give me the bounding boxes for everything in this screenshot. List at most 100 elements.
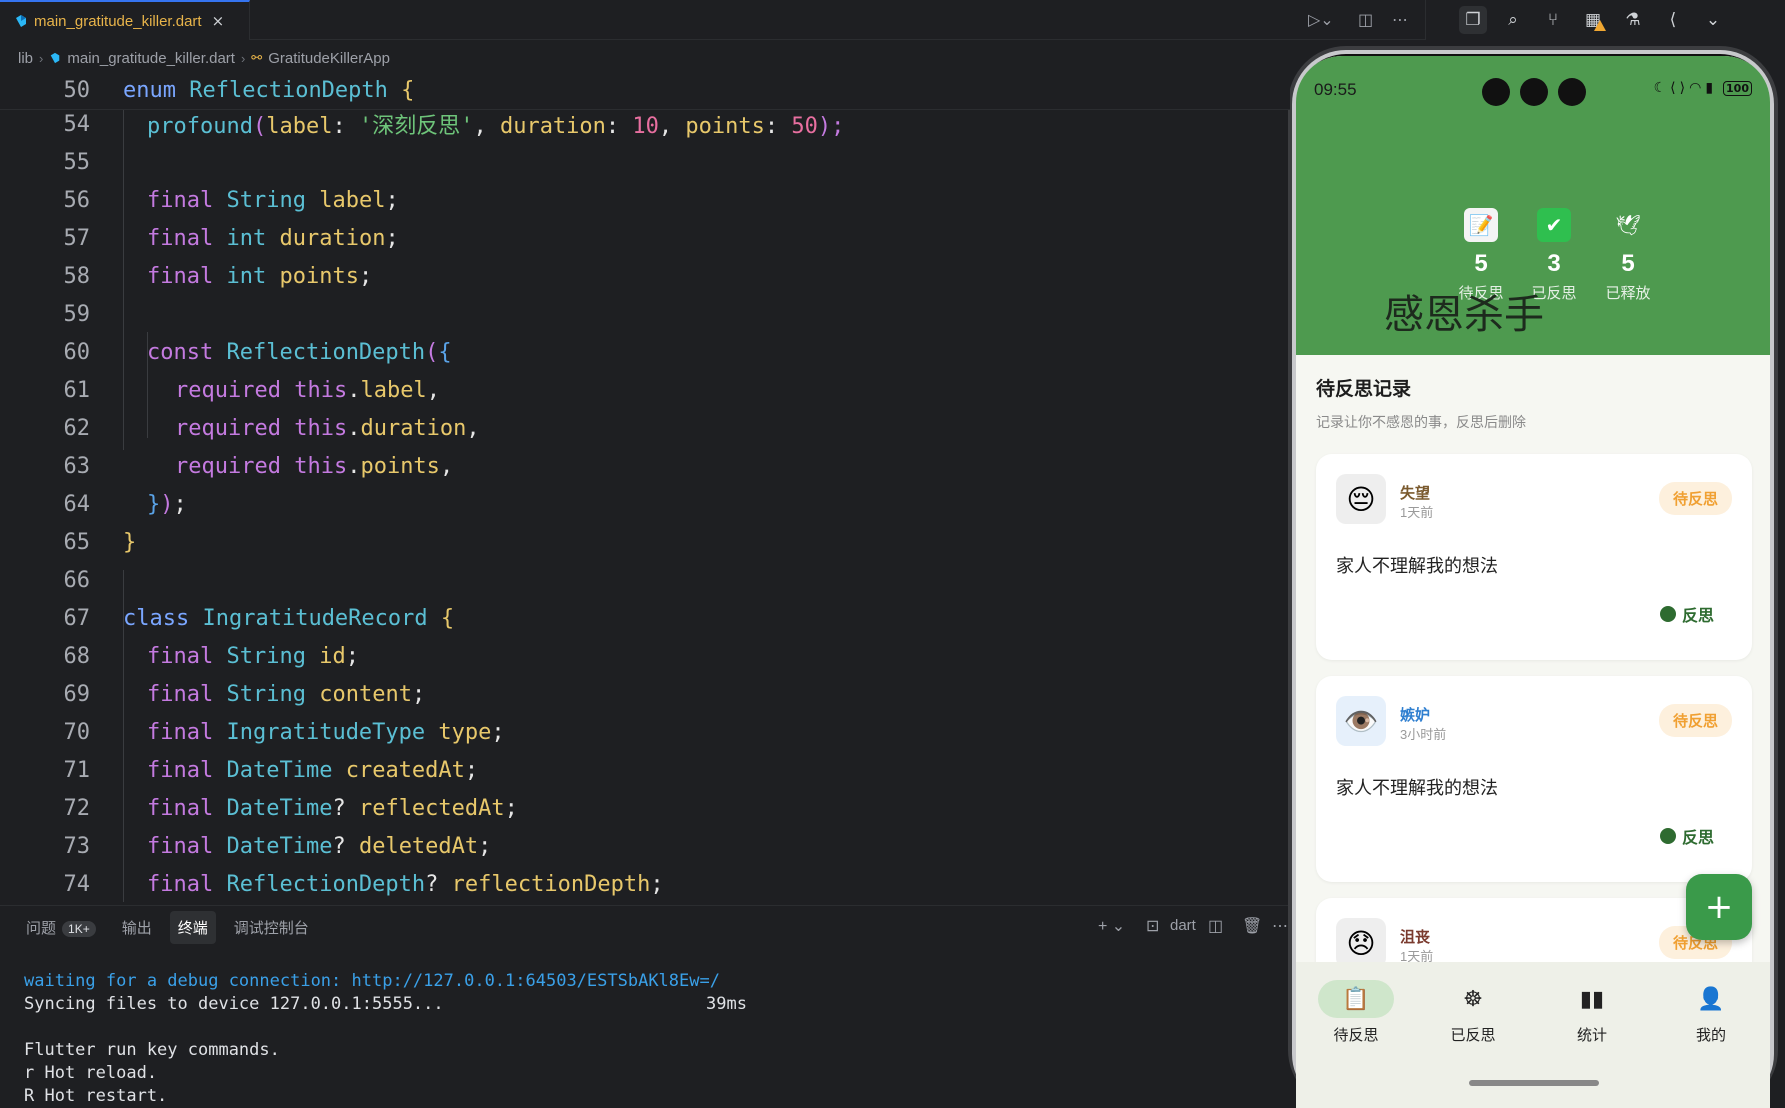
disappointed-face-icon: 😞 (1336, 918, 1386, 968)
tab-terminal[interactable]: 终端 (169, 910, 216, 944)
terminal-shell-icon: ⊡ (1146, 918, 1160, 935)
ide-window: main_gratitude_killer.dart × ▷⌄ ◫ ⋯ ❐ ⌕ … (0, 0, 1785, 1108)
new-terminal-icon[interactable]: + ⌄ (1098, 916, 1125, 936)
problems-count-badge: 1K+ (62, 920, 96, 937)
line-number: 57 (63, 225, 91, 251)
code-text: final DateTime? reflectedAt; (147, 795, 518, 821)
nav-label: 统计 (1576, 1027, 1607, 1044)
line-number: 56 (63, 187, 91, 213)
line-number: 50 (63, 78, 91, 103)
line-number: 61 (63, 377, 91, 403)
memo-icon: 📝 (1464, 208, 1498, 242)
run-debug-icon[interactable]: ▷⌄ (1308, 10, 1334, 29)
tab-debug-console[interactable]: 调试控制台 (226, 911, 317, 944)
line-number: 72 (63, 795, 91, 821)
code-line: 68 final String id; (0, 637, 1290, 675)
code-line: 59 (0, 295, 1290, 333)
trash-icon[interactable]: 🗑 (1242, 916, 1262, 936)
line-number: 69 (63, 681, 91, 707)
split-terminal-icon[interactable]: ◫ (1208, 916, 1223, 936)
camera-icon (1482, 78, 1510, 106)
dart-file-icon (51, 52, 60, 64)
nav-stats[interactable]: ▮▮ 统计 (1552, 980, 1632, 1045)
source-control-icon[interactable]: ⑂ (1539, 6, 1567, 34)
terminal-line-debug: waiting for a debug connection: http://1… (24, 971, 720, 991)
code-text: required this.label, (175, 377, 440, 403)
tab-problems[interactable]: 问题 1K+ (18, 911, 104, 944)
code-line: 55 (0, 143, 1290, 181)
line-number: 59 (63, 301, 91, 327)
record-time: 1天前 (1400, 505, 1434, 520)
code-line: 61 required this.label, (0, 371, 1290, 409)
nav-profile[interactable]: 👤 我的 (1671, 980, 1751, 1045)
nav-pending[interactable]: 📋 待反思 (1316, 980, 1396, 1045)
code-editor[interactable]: 50 enum ReflectionDepth { 54 profound(la… (0, 72, 1290, 902)
code-line: 73 final DateTime? deletedAt; (0, 827, 1290, 865)
line-number: 62 (63, 415, 91, 441)
record-card[interactable]: 😔 失望 1天前 待反思 家人不理解我的想法 反思 (1316, 454, 1752, 660)
code-text: profound(label: '深刻反思', duration: 10, po… (147, 114, 845, 139)
warning-badge-icon (1594, 20, 1606, 31)
record-content: 家人不理解我的想法 (1336, 556, 1498, 576)
record-card[interactable]: 👁️ 嫉妒 3小时前 待反思 家人不理解我的想法 反思 (1316, 676, 1752, 882)
status-badge: 待反思 (1658, 482, 1732, 515)
psychology-icon (1659, 606, 1676, 622)
code-line: 62 required this.duration, (0, 409, 1290, 447)
code-line: 57 final int duration; (0, 219, 1290, 257)
flutter-icon[interactable]: ⟨ (1659, 6, 1687, 34)
signal-icon: ▮ (1705, 80, 1718, 96)
breadcrumb-item-file[interactable]: main_gratitude_killer.dart (67, 50, 235, 67)
code-text: final int duration; (147, 225, 399, 251)
close-icon[interactable]: × (212, 12, 225, 30)
panel-tabs: 问题 1K+ 输出 终端 调试控制台 (0, 906, 1290, 948)
stat-released-label: 已释放 (1605, 285, 1651, 302)
add-record-button[interactable]: + (1686, 874, 1752, 940)
code-text: const ReflectionDepth({ (147, 339, 452, 365)
terminal-line-restart: R Hot restart. (24, 1086, 168, 1106)
extensions-icon[interactable]: ▦ (1579, 6, 1607, 34)
explorer-icon[interactable]: ❐ (1459, 6, 1487, 34)
code-icon: ⟨⟩ (1670, 80, 1690, 96)
line-number: 70 (63, 719, 91, 745)
chevron-down-icon[interactable]: ⌄ (1699, 6, 1727, 34)
code-line: 74 final ReflectionDepth? reflectionDept… (0, 865, 1290, 902)
more-actions-icon[interactable]: ⋯ (1392, 10, 1408, 29)
code-text: final int points; (147, 263, 373, 289)
editor-tab-bar: main_gratitude_killer.dart × ▷⌄ ◫ ⋯ (0, 0, 1425, 40)
code-line: 56 final String label; (0, 181, 1290, 219)
code-line: 67 class IngratitudeRecord { (0, 599, 1290, 637)
chevron-right-icon: › (240, 50, 246, 66)
moon-icon: ☾ (1653, 80, 1671, 96)
home-indicator[interactable] (1469, 1080, 1599, 1086)
terminal-line-reload: r Hot reload. (24, 1063, 158, 1083)
breadcrumb-item-class[interactable]: GratitudeKillerApp (268, 50, 390, 67)
reflect-button[interactable]: 反思 (1659, 824, 1714, 848)
code-text: final String label; (147, 187, 399, 213)
nav-reflected[interactable]: ☸ 已反思 (1433, 980, 1513, 1045)
tab-output[interactable]: 输出 (114, 911, 160, 944)
nav-label: 已反思 (1450, 1027, 1496, 1044)
line-number: 55 (63, 149, 91, 175)
line-number: 63 (63, 453, 91, 479)
code-line: 71 final DateTime createdAt; (0, 751, 1290, 789)
phone-screen: 09:55 ☾⟨⟩◠▮ 100 📝 5 待反思 ✔ 3 已反思 🕊 5 已释放 感… (1296, 56, 1770, 1108)
split-editor-icon[interactable]: ◫ (1358, 10, 1373, 29)
terminal-shell-label[interactable]: dart (1170, 917, 1196, 934)
terminal-line-sync: Syncing files to device 127.0.0.1:5555..… (24, 994, 444, 1014)
reflect-button[interactable]: 反思 (1659, 602, 1714, 626)
line-number: 74 (63, 871, 91, 897)
code-line-50-sticky: 50 enum ReflectionDepth { (0, 72, 1290, 110)
code-line: 58 final int points; (0, 257, 1290, 295)
line-number: 67 (63, 605, 91, 631)
clipboard-clock-icon: 📋 (1318, 980, 1394, 1018)
record-type: 嫉妒 (1400, 707, 1431, 724)
testing-icon[interactable]: ⚗ (1619, 6, 1647, 34)
editor-tab-main-dart[interactable]: main_gratitude_killer.dart × (0, 0, 250, 40)
line-number: 54 (63, 111, 91, 137)
breadcrumb-item-lib[interactable]: lib (18, 50, 33, 67)
search-icon[interactable]: ⌕ (1499, 6, 1527, 34)
stat-released-num: 5 (1621, 250, 1635, 277)
more-actions-icon[interactable]: ⋯ (1272, 916, 1288, 936)
code-line: 54 profound(label: '深刻反思', duration: 10,… (0, 105, 1290, 143)
terminal-output[interactable]: waiting for a debug connection: http://1… (24, 970, 747, 1108)
